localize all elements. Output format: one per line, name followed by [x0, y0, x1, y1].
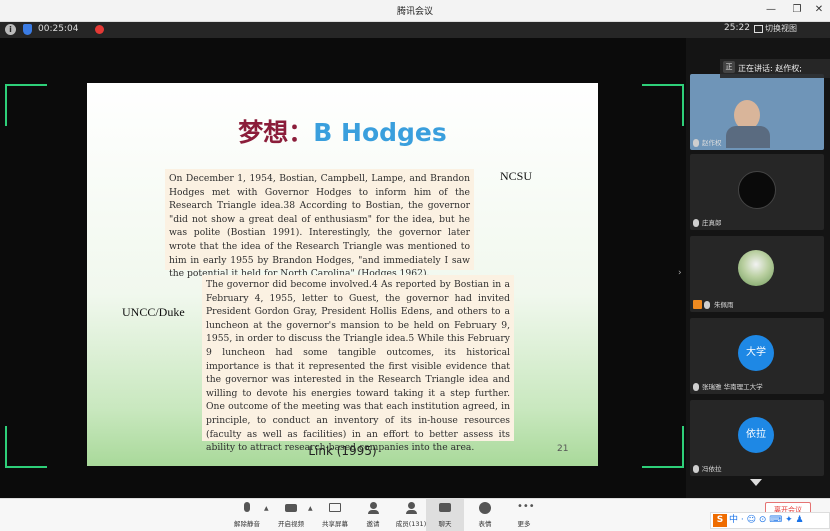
frame-corner-tr [642, 84, 684, 126]
meeting-info-bar: i 00:25:04 25:22 切换视图 [0, 22, 830, 38]
avatar: 依拉 [738, 417, 774, 453]
speaker-text: 正在讲话: 赵作权; [738, 64, 802, 73]
camera-icon [284, 502, 298, 515]
participant-tile[interactable]: 大学 张瑞雅 华南理工大学 [690, 318, 824, 394]
avatar [726, 126, 770, 148]
participant-name: 庄真郎 [702, 219, 722, 227]
frame-corner-tl [5, 84, 47, 126]
ime-tools: 中 · ☺ ⊙ ⌨ ✦ ♟ [729, 515, 804, 525]
book-excerpt-1: On December 1, 1954, Bostian, Campbell, … [165, 169, 474, 279]
mic-icon [693, 219, 699, 227]
avatar-text: 大学 [746, 347, 766, 358]
members-icon [404, 502, 418, 515]
smiley-icon [478, 502, 492, 515]
recording-icon[interactable] [95, 25, 104, 34]
participant-name: 赵作权 [702, 139, 722, 147]
clock: 25:22 [724, 23, 750, 33]
chat-button[interactable]: 聊天 [426, 499, 464, 531]
shield-icon[interactable] [23, 24, 32, 35]
meeting-toolbar: 解除静音 ▲ 开启视频 ▲ 共享屏幕 邀请 成员(131) 聊天 表情 ••• … [0, 498, 830, 531]
title-bar: 腾讯会议 — ❐ ✕ [0, 0, 830, 22]
mic-icon [693, 383, 699, 391]
more-button[interactable]: ••• 更多 [505, 499, 543, 531]
meeting-timer: 00:25:04 [38, 24, 79, 34]
participant-name: 朱佩雨 [714, 301, 734, 309]
screen-share-icon [328, 502, 342, 515]
participant-name: 张瑞雅 华南理工大学 [702, 383, 763, 391]
avatar-text: 依拉 [746, 429, 766, 440]
slide-page-number: 21 [557, 444, 569, 454]
presentation-slide: 梦想：B Hodges On December 1, 1954, Bostian… [87, 83, 598, 466]
minimize-button[interactable]: — [760, 2, 782, 18]
mic-icon [693, 139, 699, 147]
more-icon: ••• [517, 501, 535, 512]
slide-title-en: B Hodges [313, 118, 447, 147]
participant-tile[interactable]: 依拉 冯依拉 [690, 400, 824, 476]
avatar [738, 171, 776, 209]
user-icon [693, 300, 702, 309]
expand-sidebar-arrow[interactable]: › [678, 268, 682, 278]
add-user-icon [366, 502, 380, 515]
start-video-label: 开启视频 [278, 520, 304, 528]
mic-icon [704, 301, 710, 309]
frame-corner-br [642, 426, 684, 468]
window-title: 腾讯会议 [396, 7, 433, 17]
switch-view-label: 切换视图 [765, 24, 797, 33]
chevron-up-icon[interactable]: ▲ [308, 505, 313, 512]
switch-view-button[interactable]: 切换视图 [754, 23, 797, 34]
close-button[interactable]: ✕ [808, 2, 830, 18]
participant-tile-speaker[interactable]: 赵作权 [690, 74, 824, 150]
sogou-logo-icon: S [713, 514, 727, 527]
start-video-button[interactable]: 开启视频 [272, 499, 310, 531]
mic-icon [693, 465, 699, 473]
participant-name: 冯依拉 [702, 465, 722, 473]
unmute-label: 解除静音 [234, 520, 260, 528]
slide-caption: Link (1995) [308, 444, 377, 458]
chevron-up-icon[interactable]: ▲ [264, 505, 269, 512]
speaker-badge: 正 [723, 61, 735, 73]
unmute-button[interactable]: 解除静音 [228, 499, 266, 531]
slide-title: 梦想：B Hodges [87, 113, 598, 149]
frame-corner-bl [5, 426, 47, 468]
label-ncsu: NCSU [500, 169, 533, 183]
avatar: 大学 [738, 335, 774, 371]
participant-tile[interactable]: 朱佩雨 [690, 236, 824, 312]
input-method-bar[interactable]: S中 · ☺ ⊙ ⌨ ✦ ♟ [710, 512, 830, 529]
microphone-icon [240, 502, 254, 515]
book-excerpt-2: The governor did become involved.4 As re… [202, 275, 514, 453]
participant-tile[interactable]: 庄真郎 [690, 154, 824, 230]
grid-icon [754, 24, 763, 33]
chat-icon [438, 502, 452, 515]
more-label: 更多 [517, 520, 531, 528]
slide-title-cn: 梦想： [238, 118, 314, 147]
restore-button[interactable]: ❐ [786, 2, 808, 18]
avatar [738, 250, 774, 286]
label-unc-duke: UNCC/Duke [122, 305, 185, 319]
scroll-down-icon[interactable] [750, 479, 762, 486]
speaking-indicator: 正 正在讲话: 赵作权; [720, 59, 830, 78]
info-icon[interactable]: i [5, 24, 16, 35]
